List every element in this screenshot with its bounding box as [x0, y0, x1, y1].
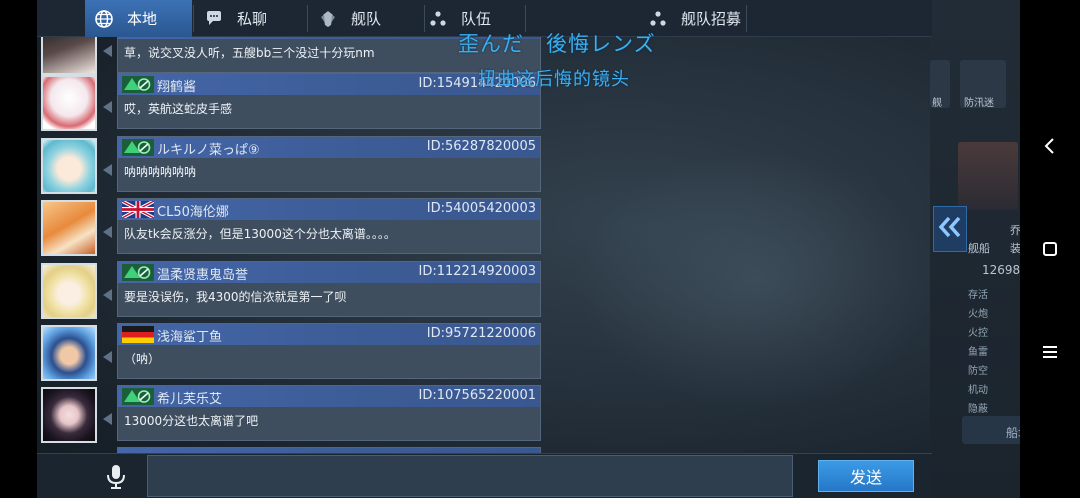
send-button[interactable]: 发送 [818, 460, 914, 492]
overlay-caption-chinese: 扭曲这后悔的镜头 [478, 69, 630, 90]
message-header: 浅海鲨丁鱼 ID:95721220006 [118, 324, 540, 345]
avatar[interactable] [41, 387, 97, 443]
game-screen: 防汛迷 舰 IV 乔治五世 舰船 装甲 126987 存活 39 火炮 51 火… [0, 0, 1080, 498]
ship-portrait[interactable] [958, 142, 1018, 210]
tab-private-chat[interactable]: 私聊 [203, 0, 311, 37]
stat-label: 火炮 [968, 309, 988, 320]
tab-divider [424, 5, 425, 32]
bubble-pointer [103, 289, 112, 301]
message-bubble[interactable]: ルキルノ菜っぱ⑨ ID:56287820005 呐呐呐呐呐呐 [117, 136, 541, 192]
bubble-pointer [103, 226, 112, 238]
sender-id: ID:107565220001 [418, 388, 536, 403]
message-text: 呐呐呐呐呐呐 [124, 165, 197, 179]
microphone-icon[interactable] [99, 460, 133, 494]
message-header: 希儿芙乐艾 ID:107565220001 [118, 386, 540, 407]
tab-label: 队伍 [461, 10, 492, 28]
message-text: 要是没误伤，我4300的信浓就是第一了呗 [124, 290, 347, 304]
message-text: 队友tk会反涨分，但是13000这个分也太离谱。。。。 [124, 227, 396, 241]
stat-label: 防空 [968, 366, 988, 377]
message-header: 温柔贤惠鬼岛誉 ID:112214920003 [118, 262, 540, 283]
sender-name[interactable]: 希儿芙乐艾 [157, 388, 222, 407]
green-emblem-icon [122, 139, 154, 156]
tab-fleet-recruit[interactable]: 舰队招募 [647, 0, 757, 37]
message-text: 哎，英航这蛇皮手感 [124, 102, 233, 116]
sender-name[interactable]: 浅海鲨丁鱼 [157, 326, 222, 345]
bubble-pointer [103, 413, 112, 425]
tab-divider [307, 5, 308, 32]
team-dots-icon [427, 8, 449, 30]
sender-name[interactable]: 翔鹤酱 [157, 76, 196, 95]
chat-message-list[interactable]: 草，说交叉没人听，五艘bb三个没过十分玩nm 翔鹤酱 ID:1549144200… [37, 37, 932, 453]
stat-label: 鱼雷 [968, 347, 988, 358]
sender-id: ID:56287820005 [426, 139, 536, 154]
tab-label: 舰队招募 [681, 10, 742, 28]
message-text: 草，说交叉没人听，五艘bb三个没过十分玩nm [124, 46, 375, 60]
chat-message-input[interactable] [147, 455, 793, 497]
message-bubble[interactable]: CL50海伦娜 ID:54005420003 队友tk会反涨分，但是13000这… [117, 198, 541, 254]
bubble-pointer [103, 164, 112, 176]
bubble-pointer [103, 101, 112, 113]
chat-message: 希儿芙乐艾 ID:107565220001 13000分这也太离谱了吧 [37, 385, 542, 443]
chat-message: 温柔贤惠鬼岛誉 ID:112214920003 要是没误伤，我4300的信浓就是… [37, 261, 542, 319]
tab-label: 舰队 [351, 10, 382, 28]
tab-divider [193, 5, 194, 32]
chat-message: 浅海鲨丁鱼 ID:95721220006 （呐） [37, 323, 542, 381]
panel-tab-2-label: 防汛迷 [964, 98, 994, 109]
menu-icon[interactable] [1032, 334, 1068, 370]
team-dots-icon [647, 8, 669, 30]
overlay-caption-japanese: 歪んだ 後悔レンズ [458, 32, 656, 56]
uk-flag-icon [121, 199, 155, 220]
sender-id: ID:54005420003 [426, 201, 536, 216]
stat-label: 隐蔽 [968, 404, 988, 415]
message-text: 13000分这也太离谱了吧 [124, 414, 259, 428]
avatar[interactable] [41, 200, 97, 256]
stat-label: 机动 [968, 385, 988, 396]
tab-fleet[interactable]: 舰队 [317, 0, 427, 37]
sender-name[interactable]: CL50海伦娜 [157, 201, 229, 220]
sender-id: ID:95721220006 [426, 326, 536, 341]
message-bubble[interactable]: 希儿芙乐艾 ID:107565220001 13000分这也太离谱了吧 [117, 385, 541, 441]
green-emblem-icon [122, 76, 154, 93]
message-bubble[interactable]: 温柔贤惠鬼岛誉 ID:112214920003 要是没误伤，我4300的信浓就是… [117, 261, 541, 317]
tab-divider [746, 5, 747, 32]
left-black-bar [0, 0, 37, 498]
avatar[interactable] [41, 325, 97, 381]
panel-label-ships: 舰船 [968, 242, 990, 255]
green-emblem-icon [122, 264, 154, 281]
chat-bubble-icon [203, 8, 225, 30]
green-emblem-icon [122, 388, 154, 405]
back-icon[interactable] [1032, 128, 1068, 164]
german-flag-icon [122, 326, 154, 343]
avatar[interactable] [41, 263, 97, 319]
fleet-emblem-icon [317, 8, 339, 30]
bubble-pointer [103, 45, 112, 57]
message-bubble[interactable]: 浅海鲨丁鱼 ID:95721220006 （呐） [117, 323, 541, 379]
avatar[interactable] [41, 37, 97, 75]
message-header: CL50海伦娜 ID:54005420003 [118, 199, 540, 220]
tab-local[interactable]: 本地 [85, 0, 192, 37]
message-header: 翔鹤酱 ID:154914420006 [118, 74, 540, 95]
chat-message: ルキルノ菜っぱ⑨ ID:56287820005 呐呐呐呐呐呐 [37, 136, 542, 194]
tab-label: 本地 [127, 10, 158, 28]
home-icon[interactable] [1032, 231, 1068, 267]
chat-message: 翔鹤酱 ID:154914420006 哎，英航这蛇皮手感 [37, 73, 542, 131]
stat-label: 存活 [968, 290, 988, 301]
tab-label: 私聊 [237, 10, 268, 28]
chat-input-bar: 发送 [37, 453, 932, 498]
avatar[interactable] [41, 75, 97, 131]
message-header: ルキルノ菜っぱ⑨ ID:56287820005 [118, 137, 540, 158]
collapse-chat-button[interactable] [933, 206, 967, 252]
sender-id: ID:112214920003 [418, 264, 536, 279]
chat-message: CL50海伦娜 ID:54005420003 队友tk会反涨分，但是13000这… [37, 198, 542, 256]
panel-tab-1-label: 舰 [932, 98, 942, 109]
stat-label: 火控 [968, 328, 988, 339]
double-chevron-left-icon [937, 214, 963, 244]
globe-icon [93, 8, 115, 30]
avatar[interactable] [41, 138, 97, 194]
bubble-pointer [103, 351, 112, 363]
sender-name[interactable]: 温柔贤惠鬼岛誉 [157, 264, 248, 283]
sender-name[interactable]: ルキルノ菜っぱ⑨ [157, 139, 260, 158]
message-text: （呐） [124, 352, 161, 366]
